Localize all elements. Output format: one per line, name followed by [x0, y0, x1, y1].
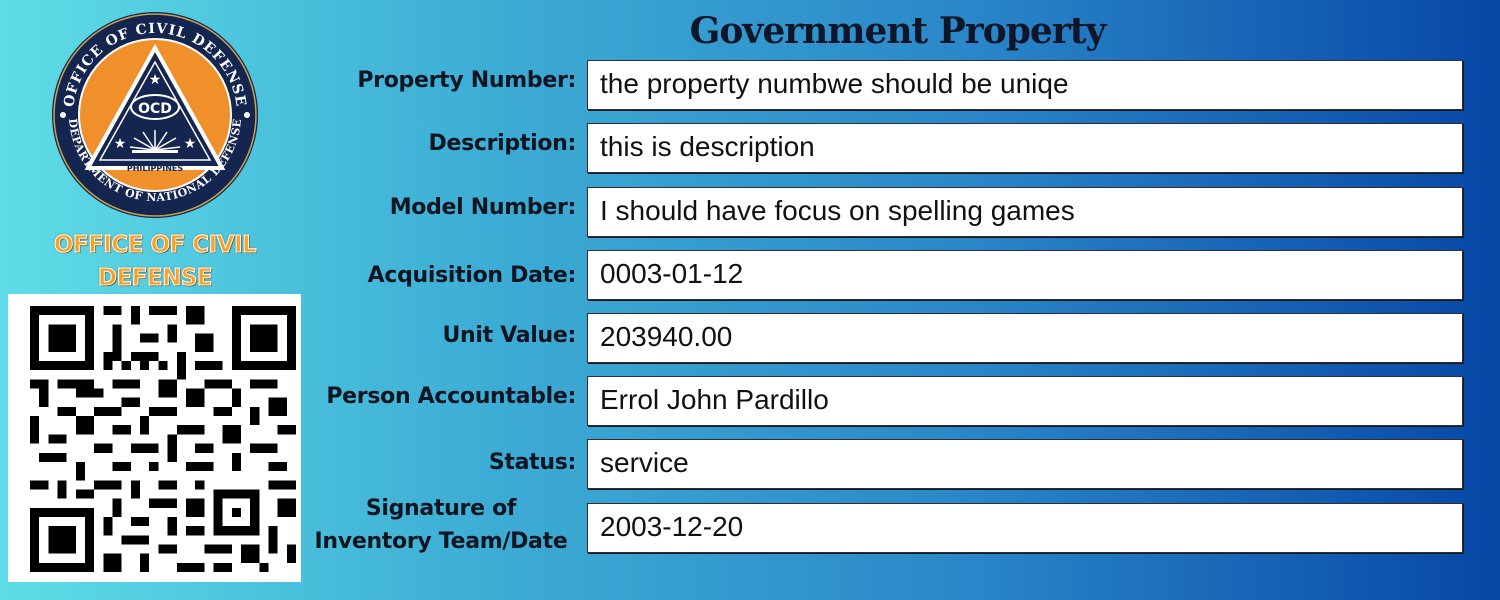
signature-label: Signature of Inventory Team/Date [306, 492, 576, 558]
signature-label-line2: Inventory Team/Date [314, 529, 568, 554]
status-field[interactable]: service [587, 439, 1463, 489]
model-number-field[interactable]: I should have focus on spelling games [587, 187, 1463, 237]
property-number-field[interactable]: the property numbwe should be uniqe [587, 60, 1463, 110]
status-label: Status: [488, 450, 576, 475]
person-accountable-field[interactable]: Errol John Pardillo [587, 376, 1463, 426]
svg-text:★: ★ [114, 136, 127, 152]
acquisition-date-field[interactable]: 0003-01-12 [587, 250, 1463, 300]
acquisition-date-label: Acquisition Date: [367, 263, 577, 288]
description-label: Description: [428, 131, 577, 156]
unit-value-label: Unit Value: [442, 323, 576, 348]
agency-name-line1: OFFICE OF CIVIL [53, 232, 257, 259]
seal-country: PHILIPPINES [127, 164, 183, 173]
model-number-label: Model Number: [389, 195, 577, 220]
signature-label-line1: Signature of [365, 496, 517, 521]
qr-code [8, 294, 301, 582]
description-field[interactable]: this is description [587, 123, 1463, 173]
qr-code-image [30, 306, 296, 572]
svg-text:★: ★ [149, 72, 162, 88]
unit-value-field[interactable]: 203940.00 [587, 313, 1463, 363]
ocd-seal-logo: OFFICE OF CIVIL DEFENSE DEPARTMENT OF NA… [52, 12, 258, 218]
signature-date-field[interactable]: 2003-12-20 [587, 503, 1463, 553]
property-number-label: Property Number: [357, 68, 576, 93]
svg-text:★: ★ [184, 136, 197, 152]
agency-name-line2: DEFENSE [97, 265, 213, 292]
page-title: Government Property [689, 10, 1107, 52]
person-accountable-label: Person Accountable: [326, 384, 576, 409]
seal-abbrev: OCD [138, 101, 172, 117]
